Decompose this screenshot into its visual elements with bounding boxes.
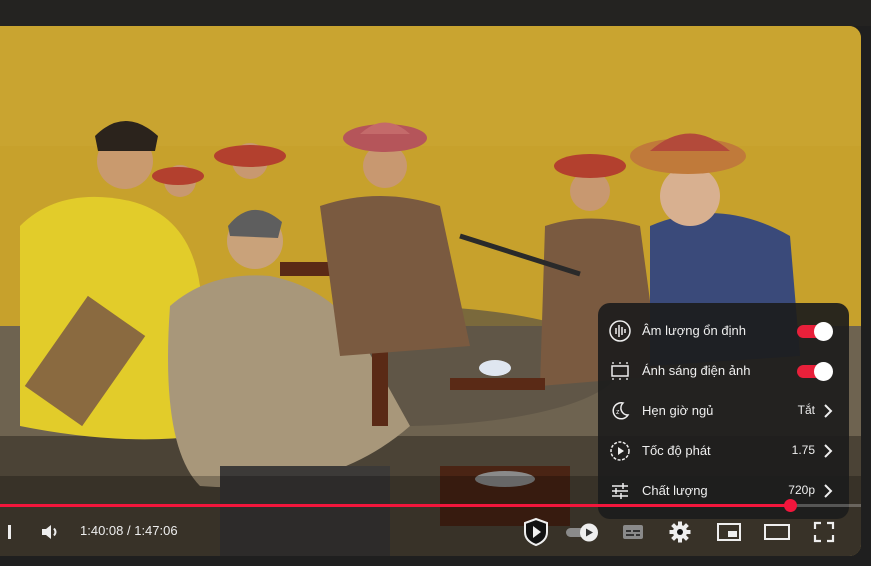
sponsor-shield-button[interactable]	[520, 512, 552, 552]
menu-item-value: 720p	[788, 483, 815, 497]
stable-volume-toggle[interactable]	[797, 322, 833, 341]
ambient-mode-toggle[interactable]	[797, 362, 833, 381]
next-icon	[8, 525, 11, 539]
player-controls: 1:40:08 / 1:47:06	[0, 512, 861, 552]
menu-item-label: Tốc độ phát	[642, 443, 711, 458]
subtitles-button[interactable]	[619, 512, 647, 552]
progress-played	[0, 504, 790, 507]
toggle-knob	[814, 322, 833, 341]
quality-icon	[612, 483, 628, 499]
menu-item-label: Chất lượng	[642, 483, 708, 498]
toggle-knob	[814, 362, 833, 381]
ambient-mode-icon	[611, 362, 629, 380]
volume-button[interactable]	[36, 512, 64, 552]
chevron-right-icon	[824, 444, 833, 458]
settings-menu: Âm lượng ổn định Ánh sáng điện ảnh z Hẹn…	[598, 303, 849, 519]
autoplay-toggle[interactable]	[564, 512, 600, 552]
menu-item-label: Hẹn giờ ngủ	[642, 403, 714, 418]
menu-item-label: Âm lượng ổn định	[642, 323, 746, 338]
sponsor-shield-icon	[524, 517, 548, 547]
scrubber-handle[interactable]	[783, 499, 797, 512]
menu-item-ambient-mode[interactable]: Ánh sáng điện ảnh	[598, 351, 849, 391]
progress-bar[interactable]	[0, 499, 861, 512]
svg-text:z: z	[616, 409, 620, 416]
playback-speed-icon	[610, 441, 630, 461]
menu-item-label: Ánh sáng điện ảnh	[642, 363, 751, 378]
video-player[interactable]: Âm lượng ổn định Ánh sáng điện ảnh z Hẹn…	[0, 26, 861, 556]
time-display: 1:40:08 / 1:47:06	[80, 523, 178, 538]
miniplayer-button[interactable]	[715, 512, 743, 552]
theater-mode-button[interactable]	[762, 512, 792, 552]
settings-button[interactable]	[666, 512, 694, 552]
page-top-strip	[0, 0, 871, 26]
next-button[interactable]	[0, 512, 14, 552]
fullscreen-button[interactable]	[810, 512, 838, 552]
menu-item-stable-volume[interactable]: Âm lượng ổn định	[598, 311, 849, 351]
miniplayer-icon	[717, 523, 741, 541]
menu-item-value: Tắt	[797, 403, 815, 417]
subtitles-icon	[623, 525, 643, 539]
menu-item-playback-speed[interactable]: Tốc độ phát 1.75	[598, 431, 849, 471]
volume-icon	[42, 525, 57, 539]
fullscreen-icon	[813, 521, 835, 543]
chevron-right-icon	[824, 484, 833, 498]
stable-volume-icon	[609, 320, 631, 342]
theater-mode-icon	[764, 524, 790, 540]
chevron-right-icon	[824, 404, 833, 418]
page-bottom-strip	[0, 556, 871, 566]
menu-item-sleep-timer[interactable]: z Hẹn giờ ngủ Tắt	[598, 391, 849, 431]
autoplay-toggle-icon	[566, 523, 598, 542]
menu-item-value: 1.75	[791, 443, 815, 457]
settings-gear-icon	[669, 521, 691, 543]
sleep-timer-icon: z	[612, 402, 630, 420]
